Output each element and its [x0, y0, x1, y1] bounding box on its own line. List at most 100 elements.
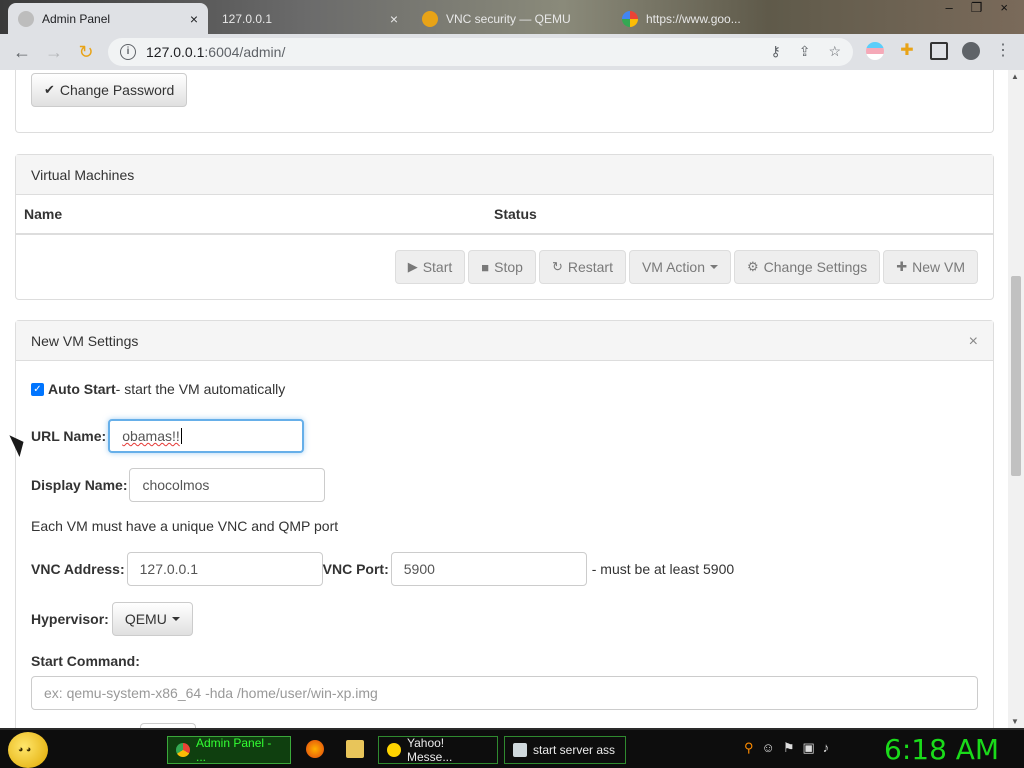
change-password-label: Change Password	[59, 82, 175, 98]
scroll-down-icon[interactable]: ▼	[1011, 717, 1019, 726]
bookmark-star-icon[interactable]: ☆	[828, 43, 841, 60]
url-host: 127.0.0.1	[146, 44, 205, 60]
back-icon[interactable]: ←	[6, 42, 38, 63]
tab-title: VNC security — QEMU	[446, 11, 571, 26]
taskbar-item-label: start server ass	[533, 743, 616, 757]
chrome-icon	[176, 743, 190, 757]
taskbar-item-yahoo-messenger[interactable]: Yahoo! Messe...	[378, 736, 498, 764]
taskbar-item-start-server[interactable]: start server ass	[504, 736, 626, 764]
start-label: Start	[422, 259, 453, 275]
search-icon[interactable]: ⚲	[744, 740, 754, 756]
tab-admin-panel[interactable]: Admin Panel ×	[8, 3, 208, 34]
network-icon[interactable]: ▣	[802, 740, 814, 756]
reload-icon[interactable]: ↻	[70, 42, 102, 63]
stop-button[interactable]: ■ Stop	[468, 250, 536, 284]
caret-down-icon	[710, 265, 718, 269]
taskbar-clock[interactable]: 6:18 AM	[884, 733, 999, 766]
start-command-input[interactable]: ex: qemu-system-x86_64 -hda /home/user/w…	[31, 676, 978, 710]
new-vm-button[interactable]: ✚ New VM	[883, 250, 978, 284]
restart-button[interactable]: ↻ Restart	[538, 250, 626, 284]
account-panel: ✔ Change Password	[15, 70, 994, 133]
scrollbar-thumb[interactable]	[1011, 276, 1021, 476]
vm-table-header: Name Status	[16, 195, 993, 235]
new-vm-label: New VM	[912, 259, 965, 275]
start-button[interactable]: ▶ Start	[394, 250, 466, 284]
tab-vnc-security[interactable]: VNC security — QEMU	[412, 3, 612, 34]
menu-kebab-icon[interactable]: ⋮	[994, 42, 1012, 60]
qemu-icon	[422, 10, 438, 27]
taskbar-item-label: Admin Panel - ...	[196, 736, 272, 764]
vnc-row: VNC Address: 127.0.0.1 VNC Port: 5900 - …	[31, 552, 734, 586]
taskbar-item-label: Yahoo! Messe...	[407, 736, 453, 764]
tab-google[interactable]: https://www.goo...	[612, 3, 812, 34]
refresh-icon: ↻	[551, 259, 563, 274]
virtual-machines-panel: Virtual Machines Name Status ▶ Start ■ S…	[15, 154, 994, 300]
vnc-port-value: 5900	[403, 561, 435, 577]
change-password-button[interactable]: ✔ Change Password	[31, 73, 188, 107]
profile-flag-icon[interactable]	[866, 42, 884, 60]
share-icon[interactable]: ⇪	[799, 43, 811, 60]
unique-port-note: Each VM must have a unique VNC and QMP p…	[31, 518, 339, 534]
text-caret	[180, 428, 182, 444]
display-name-label: Display Name:	[31, 477, 128, 493]
side-panel-icon[interactable]	[930, 42, 948, 60]
scroll-up-icon[interactable]: ▲	[1011, 72, 1019, 81]
vnc-port-input[interactable]: 5900	[390, 552, 587, 586]
account-avatar-icon[interactable]	[962, 42, 980, 60]
new-vm-settings-panel: New VM Settings × ✓ Auto Start - start t…	[15, 320, 994, 728]
extensions-puzzle-icon[interactable]: ✚	[898, 42, 916, 60]
minimize-icon[interactable]: –	[946, 0, 953, 18]
panel-title: Virtual Machines	[16, 155, 993, 195]
tab-localhost[interactable]: 127.0.0.1 ×	[212, 3, 408, 34]
url-name-value: obamas!!	[122, 428, 180, 444]
page-scrollbar[interactable]: ▲ ▼	[1008, 70, 1024, 728]
extension-bar: ✚ ⋮	[866, 42, 1012, 60]
key-icon[interactable]: ⚷	[770, 43, 780, 60]
vnc-port-label: VNC Port:	[322, 561, 389, 577]
yahoo-smiley-icon	[387, 743, 401, 757]
hypervisor-dropdown[interactable]: QEMU	[111, 602, 193, 636]
url-field[interactable]: i 127.0.0.1 :6004/admin/ ⚷ ⇪ ☆	[108, 38, 853, 66]
firefox-icon[interactable]	[306, 740, 324, 758]
site-info-icon[interactable]: i	[120, 44, 136, 60]
vm-action-dropdown[interactable]: VM Action	[628, 250, 731, 284]
tab-title: Admin Panel	[42, 11, 111, 26]
url-name-row: URL Name: obamas!!	[31, 419, 305, 453]
gear-icon: ⚙	[747, 259, 759, 274]
display-name-value: chocolmos	[142, 477, 210, 493]
taskbar-item-admin-panel[interactable]: Admin Panel - ...	[167, 736, 291, 764]
display-name-input[interactable]: chocolmos	[129, 468, 326, 502]
column-name: Name	[24, 206, 63, 222]
stop-icon: ■	[481, 259, 490, 275]
messenger-tray-icon[interactable]: ☺	[762, 740, 775, 756]
forward-icon[interactable]: →	[38, 42, 70, 63]
smiley-face-icon: ◕ ◕	[18, 744, 32, 754]
auto-start-checkbox[interactable]: ✓	[31, 382, 44, 396]
start-smiley-button[interactable]: ◕ ◕	[8, 732, 48, 768]
google-icon	[622, 10, 638, 27]
tab-title: 127.0.0.1	[222, 11, 273, 26]
display-name-row: Display Name: chocolmos	[31, 468, 326, 502]
start-command-label-text: Start Command:	[31, 653, 140, 669]
close-window-icon[interactable]: ×	[1000, 0, 1008, 18]
close-tab-icon[interactable]: ×	[190, 11, 198, 27]
auto-start-label: Auto Start	[48, 381, 116, 397]
flag-icon[interactable]: ⚑	[783, 740, 795, 756]
plus-icon: ✚	[896, 259, 908, 274]
close-icon[interactable]: ×	[969, 333, 978, 351]
start-command-label: Start Command:	[31, 653, 140, 669]
vnc-address-input[interactable]: 127.0.0.1	[126, 552, 323, 586]
check-icon: ✔	[44, 82, 55, 97]
stop-label: Stop	[494, 259, 523, 275]
restart-label: Restart	[567, 259, 613, 275]
folder-icon[interactable]	[346, 740, 364, 758]
taskbar: ◕ ◕ Admin Panel - ... Yahoo! Messe... st…	[0, 728, 1024, 768]
change-settings-button[interactable]: ⚙ Change Settings	[734, 250, 881, 284]
volume-icon[interactable]: ♪	[823, 740, 830, 756]
caret-down-icon	[171, 617, 180, 621]
window-icon	[513, 743, 527, 757]
url-name-input[interactable]: obamas!!	[108, 419, 305, 453]
url-name-label: URL Name:	[31, 428, 107, 444]
maximize-icon[interactable]: ❐	[971, 0, 983, 18]
close-tab-icon[interactable]: ×	[390, 11, 398, 27]
